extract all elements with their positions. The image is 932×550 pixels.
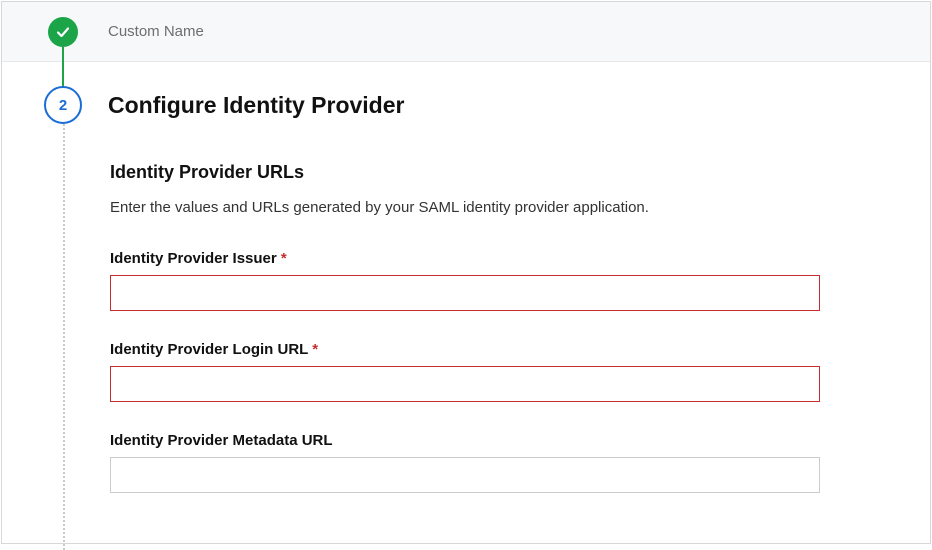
step2-header: 2 Configure Identity Provider [2,62,930,124]
step2-indicator: 2 [44,86,82,124]
step1-header[interactable]: Custom Name [2,2,930,62]
section-title: Identity Provider URLs [110,162,820,183]
step1-complete-indicator [48,17,78,47]
metadata-url-label-text: Identity Provider Metadata URL [110,432,333,449]
step-dotted-line [63,120,65,550]
login-url-label: Identity Provider Login URL * [110,341,820,358]
issuer-label: Identity Provider Issuer * [110,250,820,267]
issuer-label-text: Identity Provider Issuer [110,250,277,267]
metadata-url-label: Identity Provider Metadata URL [110,432,820,449]
checkmark-icon [55,24,71,40]
section-description: Enter the values and URLs generated by y… [110,199,820,216]
wizard-container: Custom Name 2 Configure Identity Provide… [1,1,931,544]
step2-title: Configure Identity Provider [108,92,404,119]
field-login-url: Identity Provider Login URL * [110,341,820,402]
login-url-input[interactable] [110,366,820,402]
required-indicator: * [312,341,318,358]
field-issuer: Identity Provider Issuer * [110,250,820,311]
step1-label: Custom Name [108,23,204,40]
content-area: Identity Provider URLs Enter the values … [2,124,930,493]
field-metadata-url: Identity Provider Metadata URL [110,432,820,493]
metadata-url-input[interactable] [110,457,820,493]
login-url-label-text: Identity Provider Login URL [110,341,308,358]
step2-number: 2 [59,97,67,114]
required-indicator: * [281,250,287,267]
issuer-input[interactable] [110,275,820,311]
